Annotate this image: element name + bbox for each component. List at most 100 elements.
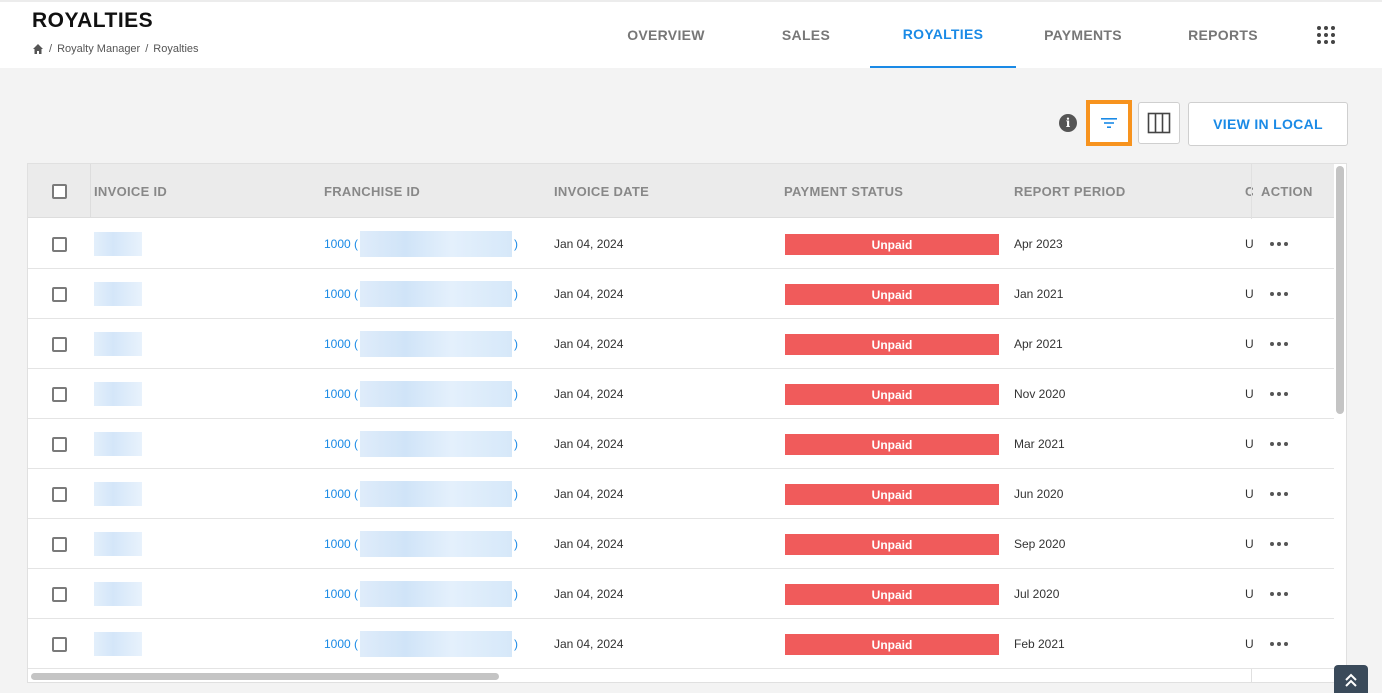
franchise-id-suffix[interactable]: ) (514, 437, 518, 451)
franchise-id-cell[interactable]: 1000 () (324, 569, 518, 619)
franchise-id-suffix[interactable]: ) (514, 587, 518, 601)
franchise-id-cell[interactable]: 1000 () (324, 269, 518, 319)
table-row[interactable]: 1000 () Jan 04, 2024 Unpaid Jul 2020 U (28, 569, 1334, 619)
more-actions-icon[interactable] (1270, 369, 1288, 419)
invoice-id-redacted[interactable] (94, 482, 142, 506)
more-actions-icon[interactable] (1270, 469, 1288, 519)
franchise-id-prefix[interactable]: 1000 ( (324, 437, 358, 451)
franchise-id-cell[interactable]: 1000 () (324, 419, 518, 469)
info-icon[interactable]: i (1059, 114, 1077, 132)
invoice-date: Jan 04, 2024 (554, 537, 624, 551)
franchise-id-cell[interactable]: 1000 () (324, 469, 518, 519)
franchise-id-prefix[interactable]: 1000 ( (324, 387, 358, 401)
franchise-id-cell[interactable]: 1000 () (324, 519, 518, 569)
invoice-id-redacted[interactable] (94, 432, 142, 456)
table-row[interactable]: 1000 () Jan 04, 2024 Unpaid Sep 2020 U (28, 519, 1334, 569)
franchise-id-suffix[interactable]: ) (514, 287, 518, 301)
franchise-name-redacted (360, 431, 513, 457)
more-actions-icon[interactable] (1270, 619, 1288, 669)
column-header-franchise-id[interactable]: FRANCHISE ID (324, 164, 420, 218)
franchise-id-prefix[interactable]: 1000 ( (324, 337, 358, 351)
table-row[interactable]: 1000 () Jan 04, 2024 Unpaid Feb 2021 U (28, 619, 1334, 669)
franchise-id-prefix[interactable]: 1000 ( (324, 587, 358, 601)
view-in-local-button[interactable]: VIEW IN LOCAL (1188, 102, 1348, 146)
report-period: Apr 2023 (1014, 237, 1063, 251)
select-all-cell (52, 164, 67, 218)
tab-sales[interactable]: SALES (742, 2, 870, 68)
more-actions-icon[interactable] (1270, 319, 1288, 369)
franchise-id-suffix[interactable]: ) (514, 387, 518, 401)
invoice-id-redacted[interactable] (94, 532, 142, 556)
franchise-id-cell[interactable]: 1000 () (324, 369, 518, 419)
franchise-id-suffix[interactable]: ) (514, 537, 518, 551)
franchise-name-redacted (360, 281, 513, 307)
franchise-id-cell[interactable]: 1000 () (324, 319, 518, 369)
table-row[interactable]: 1000 () Jan 04, 2024 Unpaid Jan 2021 U (28, 269, 1334, 319)
scroll-to-top-button[interactable] (1334, 665, 1368, 693)
table-row[interactable]: 1000 () Jan 04, 2024 Unpaid Mar 2021 U (28, 419, 1334, 469)
franchise-id-suffix[interactable]: ) (514, 337, 518, 351)
row-checkbox[interactable] (52, 486, 67, 502)
table-row[interactable]: 1000 () Jan 04, 2024 Unpaid Jun 2020 U (28, 469, 1334, 519)
tab-payments[interactable]: PAYMENTS (1016, 2, 1150, 68)
column-header-invoice-date[interactable]: INVOICE DATE (554, 164, 649, 218)
table-row[interactable]: 1000 () Jan 04, 2024 Unpaid Apr 2021 U (28, 319, 1334, 369)
invoice-date: Jan 04, 2024 (554, 287, 624, 301)
table-header: INVOICE ID FRANCHISE ID INVOICE DATE PAY… (28, 164, 1334, 218)
row-checkbox[interactable] (52, 386, 67, 402)
vertical-scrollbar[interactable] (1336, 166, 1344, 414)
horizontal-scrollbar[interactable] (31, 673, 499, 680)
invoice-id-redacted[interactable] (94, 282, 142, 306)
more-actions-icon[interactable] (1270, 569, 1288, 619)
more-actions-icon[interactable] (1270, 219, 1288, 269)
columns-button[interactable] (1138, 102, 1180, 144)
franchise-name-redacted (360, 631, 513, 657)
breadcrumb-royalty-manager[interactable]: Royalty Manager (57, 43, 140, 55)
franchise-id-prefix[interactable]: 1000 ( (324, 637, 358, 651)
home-icon[interactable] (32, 43, 44, 55)
more-actions-icon[interactable] (1270, 419, 1288, 469)
franchise-id-prefix[interactable]: 1000 ( (324, 537, 358, 551)
filter-button[interactable] (1086, 100, 1132, 146)
row-checkbox[interactable] (52, 336, 67, 352)
franchise-id-suffix[interactable]: ) (514, 237, 518, 251)
more-actions-icon[interactable] (1270, 269, 1288, 319)
franchise-id-prefix[interactable]: 1000 ( (324, 487, 358, 501)
franchise-id-cell[interactable]: 1000 () (324, 219, 518, 269)
double-chevron-up-icon (1345, 673, 1357, 687)
row-checkbox[interactable] (52, 236, 67, 252)
breadcrumb-separator: / (145, 43, 149, 55)
franchise-id-suffix[interactable]: ) (514, 487, 518, 501)
invoice-id-redacted[interactable] (94, 382, 142, 406)
truncated-column-value: U (1245, 237, 1253, 251)
tab-reports[interactable]: REPORTS (1150, 2, 1296, 68)
column-header-payment-status[interactable]: PAYMENT STATUS (784, 164, 903, 218)
franchise-id-prefix[interactable]: 1000 ( (324, 287, 358, 301)
table-row[interactable]: 1000 () Jan 04, 2024 Unpaid Nov 2020 U (28, 369, 1334, 419)
row-select-cell (52, 419, 67, 469)
row-select-cell (52, 369, 67, 419)
column-header-report-period[interactable]: REPORT PERIOD (1014, 164, 1126, 218)
row-checkbox[interactable] (52, 436, 67, 452)
column-header-invoice-id[interactable]: INVOICE ID (94, 164, 167, 218)
tab-royalties[interactable]: ROYALTIES (870, 2, 1016, 68)
row-checkbox[interactable] (52, 536, 67, 552)
row-checkbox[interactable] (52, 586, 67, 602)
app-grid-icon[interactable] (1317, 26, 1337, 46)
franchise-name-redacted (360, 231, 513, 257)
tab-overview[interactable]: OVERVIEW (590, 2, 742, 68)
select-all-checkbox[interactable] (52, 183, 67, 199)
invoice-id-redacted[interactable] (94, 582, 142, 606)
row-checkbox[interactable] (52, 286, 67, 302)
truncated-column-value: U (1245, 587, 1253, 601)
invoice-id-redacted[interactable] (94, 632, 142, 656)
row-checkbox[interactable] (52, 636, 67, 652)
franchise-id-prefix[interactable]: 1000 ( (324, 237, 358, 251)
invoice-id-redacted[interactable] (94, 332, 142, 356)
more-actions-icon[interactable] (1270, 519, 1288, 569)
table-row[interactable]: 1000 () Jan 04, 2024 Unpaid Apr 2023 U (28, 219, 1334, 269)
invoice-id-redacted[interactable] (94, 232, 142, 256)
franchise-id-suffix[interactable]: ) (514, 637, 518, 651)
franchise-id-cell[interactable]: 1000 () (324, 619, 518, 669)
truncated-column-value: U (1245, 637, 1253, 651)
